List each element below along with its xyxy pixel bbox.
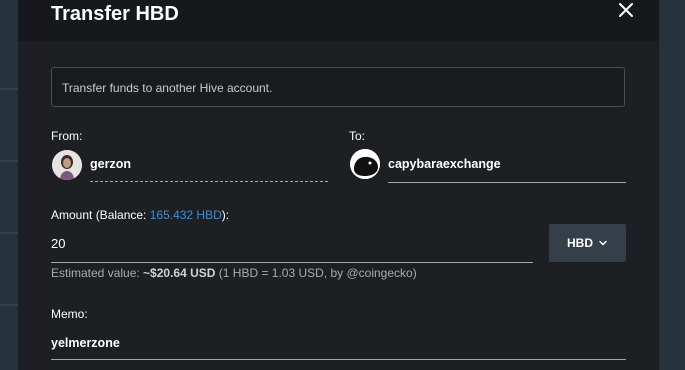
asset-label: HBD <box>567 236 593 250</box>
transfer-dialog: Transfer HBD Transfer funds to another H… <box>18 0 659 370</box>
backdrop-stripe <box>0 232 18 234</box>
amount-field-underline <box>51 262 533 263</box>
asset-select-button[interactable]: HBD <box>549 224 626 262</box>
amount-label-suffix: ): <box>221 208 230 222</box>
dialog-header: Transfer HBD <box>18 0 659 41</box>
memo-input[interactable]: yelmerzone <box>51 336 120 350</box>
balance-link[interactable]: 165.432 HBD <box>150 208 222 222</box>
amount-input[interactable]: 20 <box>51 236 65 251</box>
dialog-title: Transfer HBD <box>51 3 179 25</box>
from-account[interactable]: gerzon <box>90 157 131 171</box>
from-avatar[interactable] <box>52 150 82 180</box>
memo-label: Memo: <box>51 307 88 321</box>
estimate-prefix: Estimated value: <box>51 266 144 280</box>
to-avatar[interactable] <box>350 149 380 179</box>
info-text: Transfer funds to another Hive account. <box>62 81 273 95</box>
memo-field-underline <box>51 359 626 360</box>
from-label: From: <box>51 129 83 143</box>
estimate-value: ~$20.64 USD <box>143 266 216 280</box>
backdrop-stripe <box>0 304 18 306</box>
backdrop-stripe <box>0 160 18 162</box>
from-field-underline <box>90 181 328 182</box>
estimate-suffix: (1 HBD = 1.03 USD, by @coingecko) <box>215 266 417 280</box>
amount-label-prefix: Amount (Balance: <box>51 208 150 222</box>
backdrop-stripe <box>0 88 18 90</box>
amount-label: Amount (Balance: 165.432 HBD): <box>51 208 229 222</box>
to-label: To: <box>349 129 366 143</box>
close-icon[interactable] <box>616 0 638 22</box>
to-field-underline <box>388 182 626 183</box>
to-account-input[interactable]: capybaraexchange <box>388 157 501 171</box>
info-box: Transfer funds to another Hive account. <box>51 67 625 107</box>
close-button[interactable] <box>616 0 638 22</box>
chevron-down-icon <box>599 240 607 246</box>
backdrop-right <box>659 0 685 370</box>
backdrop-left <box>0 0 18 370</box>
estimated-value: Estimated value: ~$20.64 USD (1 HBD = 1.… <box>51 266 417 280</box>
